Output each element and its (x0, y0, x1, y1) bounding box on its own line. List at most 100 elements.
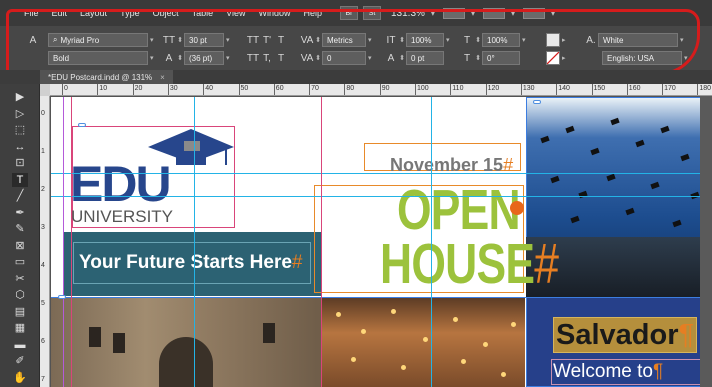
fill-color-dropdown-icon[interactable]: ▾ (680, 36, 684, 44)
close-icon[interactable]: × (160, 73, 165, 82)
vertical-scale-dropdown-icon[interactable]: ▾ (446, 36, 450, 44)
screen-mode-dropdown-icon[interactable]: ▾ (511, 9, 515, 18)
frame-selection-handle[interactable] (533, 100, 541, 104)
zoom-dropdown-icon[interactable]: ▾ (431, 9, 435, 18)
baseline-shift-stepper[interactable]: ⬍ (398, 51, 406, 65)
eyedropper-tool[interactable]: ✐ (12, 354, 28, 368)
house-word[interactable]: HOUSE# (380, 236, 559, 293)
menu-view[interactable]: View (226, 8, 245, 18)
open-word[interactable]: OPEN (397, 182, 521, 239)
arrange-documents-button[interactable] (522, 7, 545, 19)
menu-layout[interactable]: Layout (80, 8, 107, 18)
vertical-guide[interactable] (194, 97, 195, 387)
date-text[interactable]: November 15# (390, 155, 513, 175)
font-family-field[interactable]: ⌕ Myriad Pro (48, 33, 148, 47)
baseline-shift-field[interactable]: 0 pt (406, 51, 444, 65)
document-tab[interactable]: *EDU Postcard.indd @ 131% × (40, 70, 173, 84)
gap-tool[interactable]: ↔ (12, 140, 28, 154)
menu-object[interactable]: Object (153, 8, 179, 18)
skew-stepper[interactable]: ⬍ (474, 51, 482, 65)
free-transform-tool[interactable]: ⬡ (12, 288, 28, 302)
horizontal-guide[interactable] (51, 297, 712, 298)
bridge-button[interactable]: Br (340, 6, 358, 20)
kerning-stepper[interactable]: ⬍ (314, 33, 322, 47)
superscript-icon[interactable]: T' (260, 35, 274, 46)
line-tool[interactable]: ╱ (12, 189, 28, 203)
font-size-stepper[interactable]: ⬍ (176, 33, 184, 47)
note-tool[interactable]: ▬ (12, 338, 28, 352)
gradient-swatch-tool[interactable]: ▤ (12, 305, 28, 319)
view-options-dropdown-icon[interactable]: ▾ (471, 9, 475, 18)
stroke-swatch[interactable] (546, 51, 560, 65)
document-page[interactable]: EDU UNIVERSITY Your Future Starts Here# … (51, 97, 712, 387)
font-style-field[interactable]: Bold (48, 51, 148, 65)
character-mode-toggle[interactable]: A (26, 33, 40, 47)
rectangle-tool[interactable]: ▭ (12, 255, 28, 269)
all-caps-icon[interactable]: TT (246, 35, 260, 46)
content-collector-tool[interactable]: ⊡ (12, 156, 28, 170)
fill-swatch-arrow-icon[interactable]: ▸ (562, 36, 566, 44)
tracking-field[interactable]: 0 (322, 51, 366, 65)
tracking-stepper[interactable]: ⬍ (314, 51, 322, 65)
frame-selection-handle[interactable] (58, 295, 66, 299)
kerning-field[interactable]: Metrics (322, 33, 366, 47)
italic-type-icon[interactable]: T (274, 35, 288, 46)
font-size-dropdown-icon[interactable]: ▾ (226, 36, 230, 44)
salvador-text[interactable]: Salvador¶ (556, 319, 694, 351)
small-caps-icon[interactable]: TT (246, 53, 260, 64)
fill-swatch[interactable] (546, 33, 560, 47)
page-tool[interactable]: ⬚ (12, 123, 28, 137)
tracking-dropdown-icon[interactable]: ▾ (368, 54, 372, 62)
stock-button[interactable]: St (363, 6, 381, 20)
pencil-tool[interactable]: ✎ (12, 222, 28, 236)
horizontal-guide[interactable] (51, 173, 712, 174)
menu-file[interactable]: File (24, 8, 39, 18)
welcome-text[interactable]: Welcome to¶ (553, 361, 663, 383)
view-options-button[interactable] (442, 7, 465, 19)
menu-window[interactable]: Window (258, 8, 290, 18)
vertical-ruler[interactable]: 0 1 2 3 4 5 6 7 (40, 96, 50, 387)
horizontal-scale-field[interactable]: 100% (482, 33, 520, 47)
leading-dropdown-icon[interactable]: ▾ (226, 54, 230, 62)
zoom-level[interactable]: 131.3% (391, 8, 425, 19)
screen-mode-button[interactable] (482, 7, 505, 19)
menu-table[interactable]: Table (192, 8, 214, 18)
selection-tool[interactable]: ▶ (12, 90, 28, 104)
rectangle-frame-tool[interactable]: ⊠ (12, 239, 28, 253)
horizontal-ruler[interactable]: 0 10 20 30 40 50 60 70 80 90 100 110 120 130 140 150 160… (50, 84, 712, 96)
stroke-swatch-arrow-icon[interactable]: ▸ (562, 54, 566, 62)
horizontal-scale-stepper[interactable]: ⬍ (474, 33, 482, 47)
font-size-field[interactable]: 30 pt (184, 33, 224, 47)
horizontal-guide[interactable] (51, 196, 712, 197)
menu-help[interactable]: Help (303, 8, 322, 18)
language-dropdown-icon[interactable]: ▾ (684, 54, 688, 62)
fill-color-field[interactable]: White (598, 33, 678, 47)
vertical-scale-stepper[interactable]: ⬍ (398, 33, 406, 47)
vertical-guide[interactable] (431, 97, 432, 387)
language-field[interactable]: English: USA (602, 51, 682, 65)
skew-field[interactable]: 0° (482, 51, 520, 65)
leading-stepper[interactable]: ⬍ (176, 51, 184, 65)
library-photo[interactable] (322, 297, 525, 387)
gradient-feather-tool[interactable]: ▦ (12, 321, 28, 335)
menu-edit[interactable]: Edit (52, 8, 68, 18)
font-family-dropdown-icon[interactable]: ▾ (150, 36, 154, 44)
scissors-tool[interactable]: ✂ (12, 272, 28, 286)
leading-field[interactable]: (36 pt) (184, 51, 224, 65)
frame-handle-dot[interactable] (510, 201, 524, 215)
type-tool[interactable]: T (12, 172, 28, 187)
pen-tool[interactable]: ✒ (12, 206, 28, 220)
horizontal-scale-dropdown-icon[interactable]: ▾ (522, 36, 526, 44)
underline-icon[interactable]: T (274, 53, 288, 64)
tagline-text[interactable]: Your Future Starts Here# (79, 252, 303, 274)
arrange-dropdown-icon[interactable]: ▾ (551, 9, 555, 18)
font-style-dropdown-icon[interactable]: ▾ (150, 54, 154, 62)
vertical-scale-field[interactable]: 100% (406, 33, 444, 47)
hand-tool[interactable]: ✋ (12, 371, 28, 385)
subscript-icon[interactable]: T, (260, 53, 274, 64)
menu-type[interactable]: Type (120, 8, 140, 18)
direct-selection-tool[interactable]: ▷ (12, 107, 28, 121)
frame-selection-handle[interactable] (78, 123, 86, 127)
kerning-dropdown-icon[interactable]: ▾ (368, 36, 372, 44)
ruler-origin[interactable] (40, 84, 50, 96)
